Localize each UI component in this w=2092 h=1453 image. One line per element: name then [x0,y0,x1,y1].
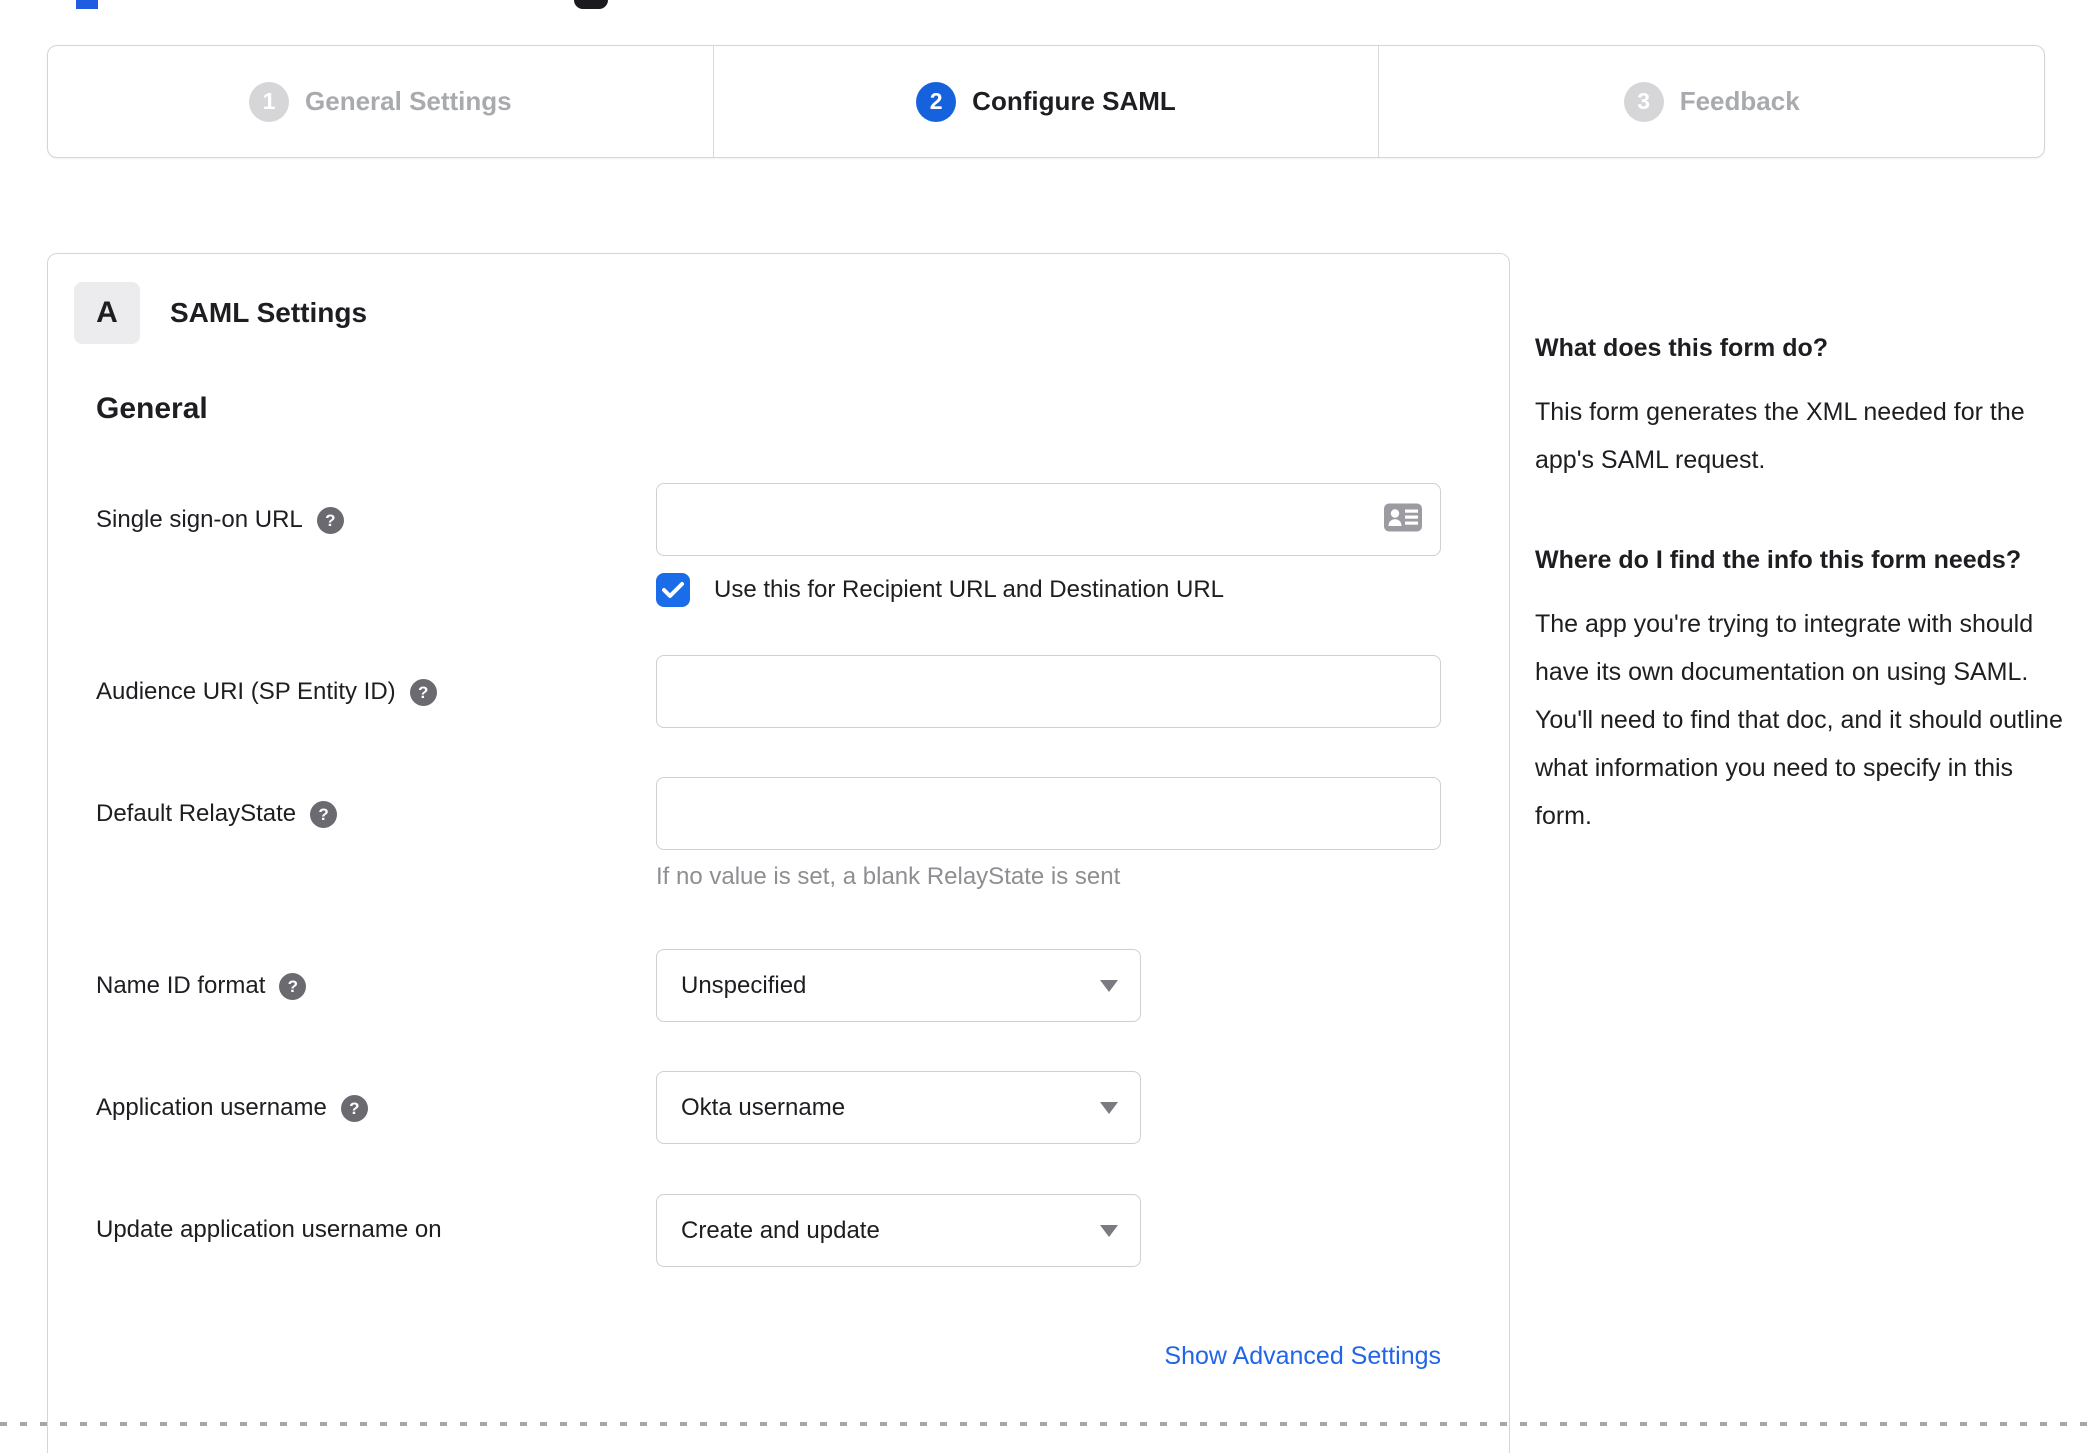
update-username-value: Create and update [681,1216,880,1244]
sidebar-question-2: Where do I find the info this form needs… [1535,546,2022,574]
application-username-value: Okta username [681,1093,846,1121]
application-username-select[interactable]: Okta username [656,1071,1141,1144]
cropped-logo-fragment [76,0,98,9]
audience-uri-label: Audience URI (SP Entity ID) [96,677,396,705]
help-sidebar: What does this form do? This form genera… [1535,330,2065,840]
audience-uri-help-icon[interactable]: ? [409,679,437,706]
recipient-url-checkbox[interactable] [656,573,690,607]
panel-header: A SAML Settings [74,282,1509,344]
sso-url-row: Single sign-on URL ? Use this for Recipi… [96,483,1441,607]
saml-form: Single sign-on URL ? Use this for Recipi… [96,483,1441,1371]
application-username-row: Application username ? Okta username [96,1071,1441,1144]
relay-state-label-wrap: Default RelayState ? [96,777,656,828]
chevron-down-icon [1100,1224,1118,1237]
saml-settings-panel: A SAML Settings General Single sign-on U… [47,253,1510,1453]
name-id-format-help-icon[interactable]: ? [279,973,307,1000]
cropped-icon-fragment [574,0,608,9]
step-configure-saml[interactable]: 2 Configure SAML [712,46,1379,157]
name-id-format-row: Name ID format ? Unspecified [96,949,1441,1022]
application-username-label: Application username [96,1093,327,1121]
name-id-format-label: Name ID format [96,971,266,999]
sso-url-label: Single sign-on URL [96,505,303,533]
update-username-select[interactable]: Create and update [656,1194,1141,1267]
chevron-down-icon [1100,979,1118,992]
audience-uri-row: Audience URI (SP Entity ID) ? [96,655,1441,728]
relay-state-help-icon[interactable]: ? [310,801,338,828]
step-2-number: 2 [916,81,957,122]
update-username-row: Update application username on Create an… [96,1194,1441,1267]
step-1-label: General Settings [305,86,512,116]
application-username-help-icon[interactable]: ? [340,1095,368,1122]
relay-state-label: Default RelayState [96,799,297,827]
sidebar-question-1: What does this form do? [1535,334,1829,362]
step-feedback[interactable]: 3 Feedback [1378,46,2044,157]
step-3-number: 3 [1623,81,1664,122]
audience-uri-input[interactable] [656,655,1441,728]
name-id-format-label-wrap: Name ID format ? [96,949,656,1000]
step-2-label: Configure SAML [972,86,1176,116]
sidebar-answer-1: This form generates the XML needed for t… [1535,398,2025,474]
sso-url-input[interactable] [656,483,1441,556]
audience-uri-label-wrap: Audience URI (SP Entity ID) ? [96,655,656,706]
update-username-label-wrap: Update application username on [96,1194,656,1244]
recipient-url-checkbox-row: Use this for Recipient URL and Destinati… [656,573,1441,607]
contact-card-icon [1383,502,1423,537]
name-id-format-select[interactable]: Unspecified [656,949,1141,1022]
name-id-format-value: Unspecified [681,971,807,999]
relay-state-row: Default RelayState ? If no value is set,… [96,777,1441,891]
show-advanced-settings-link[interactable]: Show Advanced Settings [1164,1342,1441,1370]
sso-url-label-wrap: Single sign-on URL ? [96,483,656,534]
panel-title: SAML Settings [170,297,368,328]
sso-url-help-icon[interactable]: ? [316,507,344,534]
section-a-badge: A [74,282,140,344]
update-username-label: Update application username on [96,1216,442,1243]
general-heading: General [96,392,208,425]
step-general-settings[interactable]: 1 General Settings [48,46,713,157]
relay-state-input[interactable] [656,777,1441,850]
dotted-crop-line [0,1422,2092,1426]
chevron-down-icon [1100,1101,1118,1114]
application-username-label-wrap: Application username ? [96,1071,656,1122]
relay-state-hint: If no value is set, a blank RelayState i… [656,863,1121,890]
wizard-stepper: 1 General Settings 2 Configure SAML 3 Fe… [47,45,2045,158]
sidebar-answer-2: The app you're trying to integrate with … [1535,610,2063,830]
step-3-label: Feedback [1679,86,1800,116]
recipient-url-checkbox-label: Use this for Recipient URL and Destinati… [714,576,1225,603]
step-1-number: 1 [249,81,290,122]
